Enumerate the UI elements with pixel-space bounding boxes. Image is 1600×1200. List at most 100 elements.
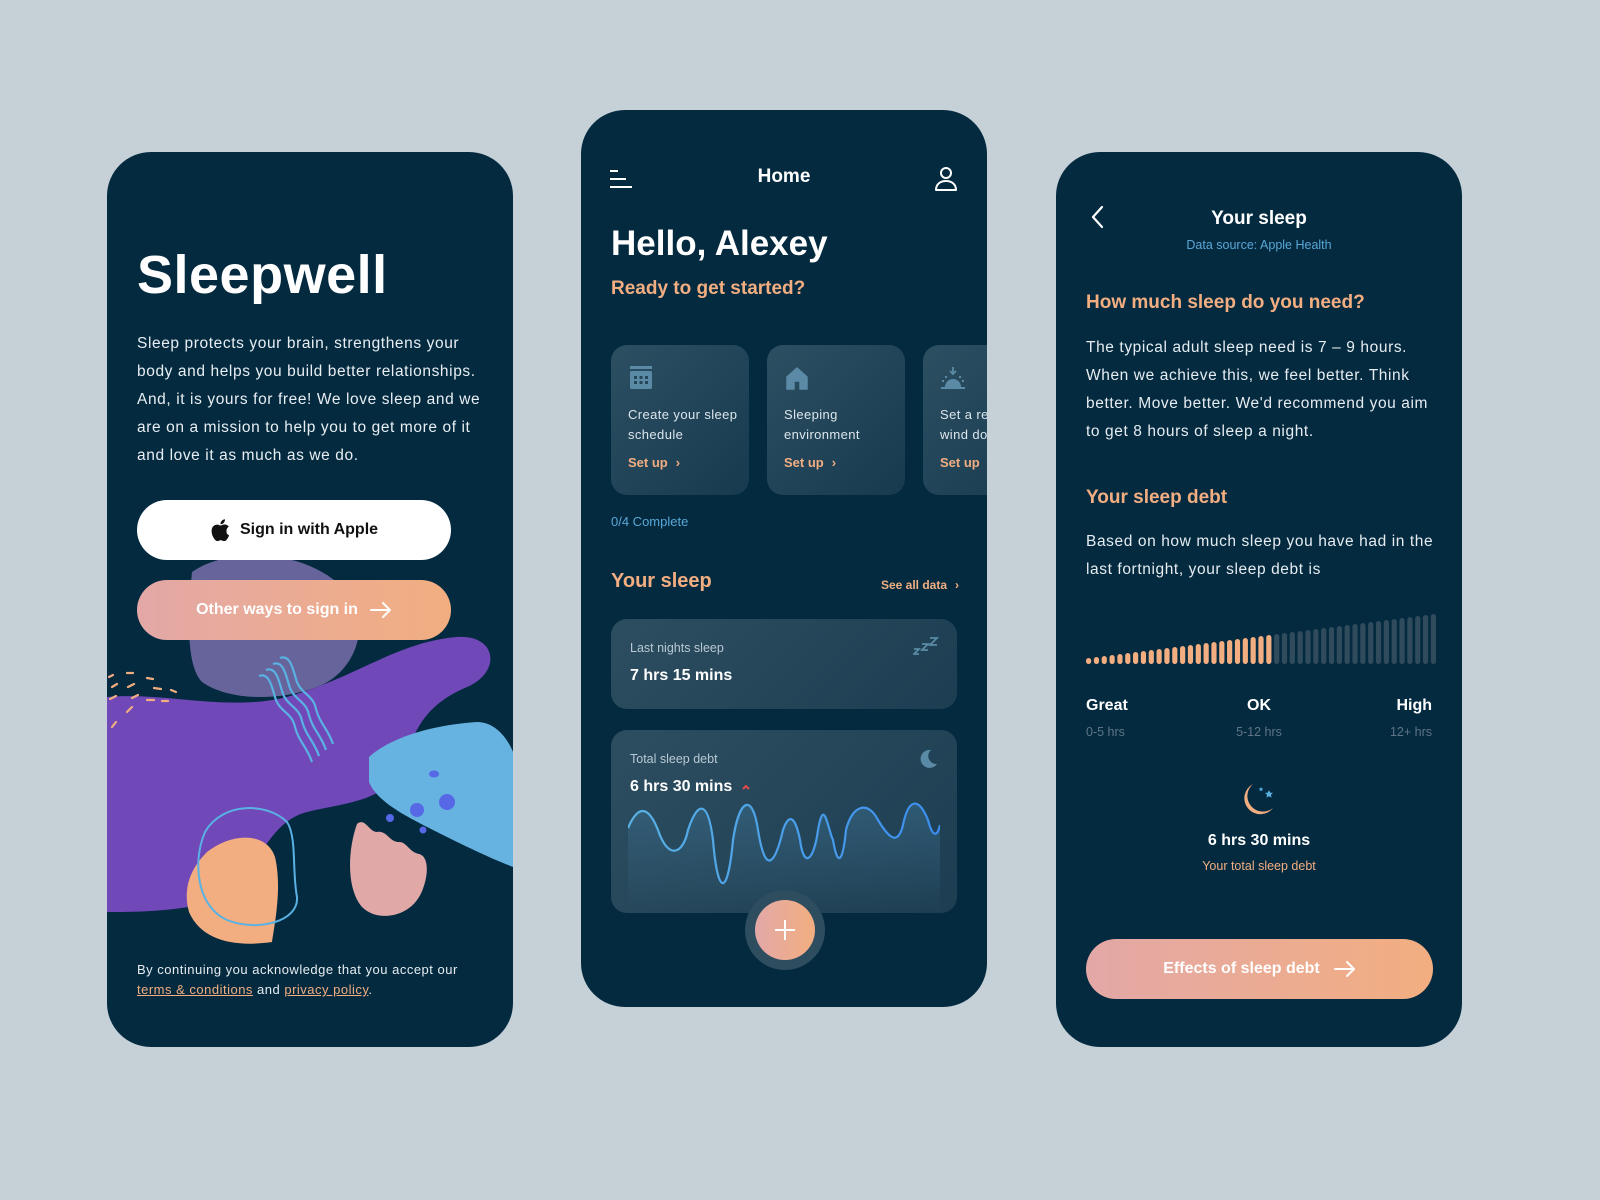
sleep-debt-value-text: 6 hrs 30 mins [630, 778, 733, 795]
scale-bar-filled [1227, 640, 1233, 664]
card-setup-link[interactable]: Set up › [628, 455, 680, 470]
home-screen: Home Hello, Alexey Ready to get started?… [581, 110, 987, 1007]
last-night-value: 7 hrs 15 mins [630, 667, 732, 685]
scale-bar-empty [1274, 634, 1280, 664]
legal-suffix: . [368, 982, 373, 997]
scale-bar-filled [1211, 642, 1217, 664]
scale-bar-filled [1266, 635, 1272, 664]
scale-bar-filled [1156, 649, 1162, 664]
scale-bar-empty [1422, 615, 1429, 664]
chevron-right-icon: › [831, 455, 837, 470]
setup-card-reminder[interactable]: Set a reminder to wind down Set up› [923, 345, 987, 495]
setup-label: Set up [628, 455, 668, 470]
scale-bar-filled [1164, 648, 1170, 664]
sleep-debt-label: Total sleep debt [630, 752, 718, 766]
add-button[interactable] [755, 900, 815, 960]
your-sleep-screen: Your sleep Data source: Apple Health How… [1056, 152, 1462, 1047]
other-sign-in-button[interactable]: Other ways to sign in [137, 580, 451, 640]
scale-bar-empty [1328, 627, 1335, 664]
scale-bar-empty [1313, 629, 1319, 664]
scale-bar-empty [1375, 621, 1382, 664]
scale-bar-filled [1117, 654, 1123, 664]
arrow-right-icon [1333, 961, 1355, 977]
scale-bar-filled [1101, 656, 1107, 664]
greeting: Hello, Alexey [611, 224, 828, 263]
last-night-label: Last nights sleep [630, 641, 724, 655]
app-title: Sleepwell [137, 245, 388, 305]
header-title: Home [757, 166, 811, 187]
scale-bar-filled [1093, 657, 1100, 664]
scale-bar-empty [1407, 617, 1413, 664]
setup-cards-carousel[interactable]: Create your sleep schedule Set up › Sleep… [611, 345, 987, 495]
scale-bar-filled [1203, 643, 1209, 664]
scale-bar-filled [1195, 644, 1201, 664]
scale-bar-filled [1140, 651, 1147, 664]
legal-notice: By continuing you acknowledge that you a… [137, 960, 497, 1000]
sleep-debt-scale [1086, 614, 1436, 664]
scale-bar-empty [1430, 614, 1436, 664]
section-title-your-sleep: Your sleep [611, 570, 712, 592]
last-night-value-text: 7 hrs 15 mins [630, 667, 733, 684]
effects-button-label: Effects of sleep debt [1163, 960, 1320, 977]
app-description: Sleep protects your brain, strengthens y… [137, 335, 481, 464]
scale-bar-empty [1289, 632, 1295, 664]
setup-card-schedule[interactable]: Create your sleep schedule Set up › [611, 345, 749, 495]
privacy-link[interactable]: privacy policy [284, 982, 368, 997]
card-title: Create your sleep schedule [628, 407, 738, 442]
zzz-icon [913, 637, 939, 655]
scale-bar-filled [1148, 650, 1154, 664]
chevron-right-icon: › [675, 455, 681, 470]
legal-prefix: By continuing you acknowledge that you a… [137, 962, 458, 977]
calendar-icon [630, 366, 652, 389]
scale-bar-filled [1242, 638, 1248, 664]
scale-bar-filled [1133, 652, 1139, 664]
header-title: Your sleep [1211, 208, 1307, 229]
chevron-right-icon: › [955, 578, 959, 592]
card-setup-link[interactable]: Set up› [940, 455, 987, 470]
scale-bar-empty [1399, 618, 1405, 664]
sunrise-icon [941, 367, 965, 389]
trend-up-icon [742, 784, 750, 790]
scale-bar-filled [1258, 636, 1264, 664]
need-body: The typical adult sleep need is 7 – 9 ho… [1086, 339, 1429, 440]
scale-bar-filled [1125, 653, 1131, 664]
card-title: Sleeping environment [784, 407, 860, 442]
scale-bar-empty [1368, 622, 1374, 664]
see-all-label: See all data [880, 578, 947, 592]
scale-bar-filled [1187, 645, 1194, 664]
total-debt-value: 6 hrs 30 mins [1207, 832, 1311, 849]
apple-logo-icon [211, 519, 230, 542]
scale-bar-empty [1360, 623, 1366, 664]
arrow-right-icon [369, 602, 391, 618]
scale-bar-empty [1415, 616, 1421, 664]
scale-bar-empty [1391, 619, 1397, 664]
data-source-label: Data source: Apple Health [1186, 238, 1332, 252]
last-night-sleep-card[interactable]: Last nights sleep 7 hrs 15 mins [611, 619, 957, 709]
sleep-debt-value: 6 hrs 30 mins [630, 778, 750, 796]
see-all-data-link[interactable]: See all data › [881, 578, 959, 592]
setup-label: Set up [940, 455, 980, 470]
sleep-debt-card[interactable]: Total sleep debt 6 hrs 30 mins [611, 730, 957, 913]
scale-level-high: High [1396, 697, 1432, 714]
other-button-label: Other ways to sign in [196, 601, 358, 618]
scale-bar-filled [1172, 647, 1178, 664]
effects-of-sleep-debt-button[interactable]: Effects of sleep debt [1086, 939, 1433, 999]
total-debt-caption: Your total sleep debt [1202, 859, 1316, 873]
onboarding-screen: Sleepwell Sleep protects your brain, str… [107, 152, 513, 1047]
user-profile-icon[interactable] [934, 166, 958, 192]
card-title: Set a reminder to wind down [940, 407, 987, 442]
scale-bar-empty [1352, 624, 1358, 664]
scale-bar-filled [1219, 641, 1225, 664]
terms-link[interactable]: terms & conditions [137, 982, 253, 997]
scale-bar-filled [1234, 639, 1241, 664]
card-setup-link[interactable]: Set up › [784, 455, 836, 470]
legal-and: and [252, 982, 285, 997]
scale-bar-empty [1281, 633, 1288, 664]
greeting-subtitle: Ready to get started? [611, 278, 806, 299]
scale-bar-filled [1180, 646, 1186, 664]
sign-in-with-apple-button[interactable]: Sign in with Apple [137, 500, 451, 560]
setup-card-environment[interactable]: Sleeping environment Set up › [767, 345, 905, 495]
debt-body: Based on how much sleep you have had in … [1086, 533, 1434, 578]
setup-label: Set up [784, 455, 824, 470]
moon-stars-icon [1244, 784, 1273, 815]
